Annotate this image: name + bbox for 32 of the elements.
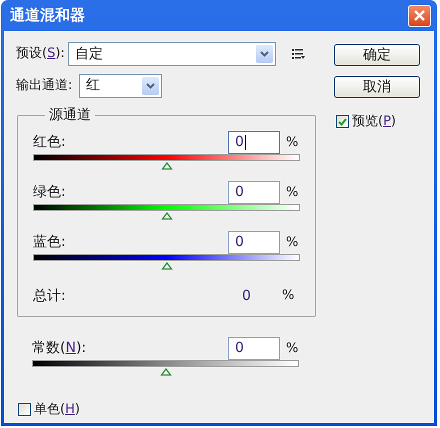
chevron-down-icon <box>146 82 155 88</box>
dropdown[interactable]: 红 <box>79 74 162 98</box>
unit-label: % <box>282 287 296 306</box>
checkbox[interactable] <box>336 115 349 128</box>
window-title: 通道混和器 <box>10 5 85 26</box>
number-field[interactable]: 0 <box>228 181 280 204</box>
unit-label: % <box>286 184 300 202</box>
field-label: 输出通道: <box>16 76 74 95</box>
field-label: 红色: <box>33 133 67 152</box>
dropdown[interactable]: 自定 <box>68 42 276 66</box>
dialog-button[interactable]: 确定 <box>334 44 420 66</box>
unit-label: % <box>286 234 300 252</box>
chevron-down-icon <box>260 51 269 57</box>
checkbox[interactable] <box>18 403 31 416</box>
unit-label: % <box>286 134 300 152</box>
total-label: 总计: <box>33 286 67 306</box>
unit-label: % <box>286 340 300 358</box>
field-label: 常数(N): <box>32 339 88 358</box>
close-button[interactable] <box>408 4 431 26</box>
number-field[interactable]: 0 <box>228 131 280 154</box>
field-label: 绿色: <box>33 183 67 202</box>
field-label: 蓝色: <box>33 233 67 252</box>
number-field[interactable]: 0 <box>228 337 280 360</box>
dialog-button[interactable]: 取消 <box>334 76 420 98</box>
group-title: 源通道 <box>48 106 92 125</box>
checkbox-label: 单色(H) <box>34 401 80 419</box>
field-label: 预设(S): <box>16 45 66 64</box>
total-value: 0 <box>242 286 252 306</box>
number-field[interactable]: 0 <box>228 231 280 254</box>
checkbox-label: 预览(P) <box>352 113 396 131</box>
close-icon <box>414 10 425 21</box>
options-menu-icon[interactable] <box>292 49 305 59</box>
